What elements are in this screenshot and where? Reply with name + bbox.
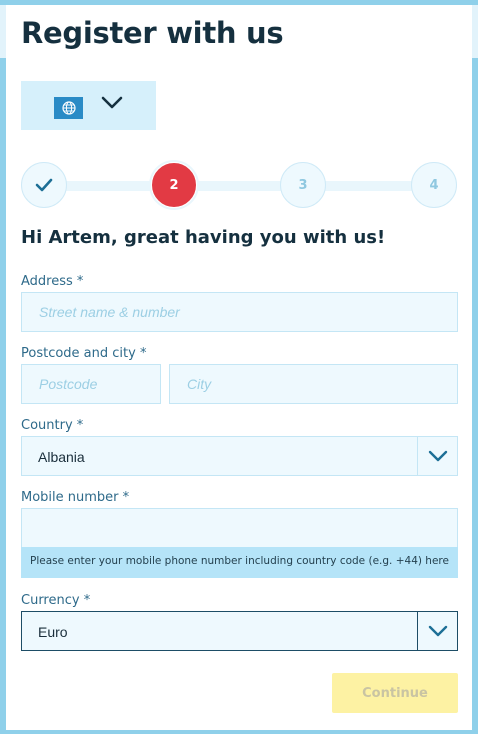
chevron-down-icon bbox=[417, 437, 457, 475]
frame-right-border bbox=[472, 58, 478, 734]
progress-stepper: 2 3 4 bbox=[21, 162, 458, 210]
mobile-label: Mobile number * bbox=[21, 490, 130, 505]
mobile-input[interactable] bbox=[21, 508, 458, 548]
frame-left-border bbox=[0, 58, 6, 734]
currency-select[interactable]: Euro bbox=[21, 611, 458, 651]
step-2-active: 2 bbox=[151, 162, 197, 208]
globe-icon bbox=[54, 97, 83, 119]
frame-bottom-border bbox=[0, 730, 478, 734]
postcode-city-label: Postcode and city * bbox=[21, 346, 147, 361]
address-placeholder: Street name & number bbox=[39, 304, 180, 320]
step-4: 4 bbox=[411, 162, 457, 208]
postcode-placeholder: Postcode bbox=[39, 376, 98, 392]
city-input[interactable]: City bbox=[169, 364, 458, 404]
step-1-completed bbox=[21, 162, 67, 208]
chevron-down-icon bbox=[101, 95, 123, 115]
country-label: Country * bbox=[21, 418, 84, 433]
city-placeholder: City bbox=[187, 376, 212, 392]
language-selector[interactable] bbox=[21, 81, 156, 130]
frame-shade-left bbox=[0, 5, 6, 58]
currency-value: Euro bbox=[38, 624, 68, 640]
postcode-input[interactable]: Postcode bbox=[21, 364, 161, 404]
step-3: 3 bbox=[280, 162, 326, 208]
continue-button[interactable]: Continue bbox=[332, 673, 458, 713]
address-label: Address * bbox=[21, 274, 84, 289]
greeting-heading: Hi Artem, great having you with us! bbox=[21, 227, 386, 248]
checkmark-icon bbox=[35, 178, 53, 192]
frame-top-border bbox=[0, 0, 478, 5]
country-select[interactable]: Albania bbox=[21, 436, 458, 476]
frame-shade-right bbox=[472, 5, 478, 58]
stepper-track bbox=[45, 181, 435, 191]
chevron-down-icon bbox=[417, 612, 457, 650]
mobile-hint: Please enter your mobile phone number in… bbox=[21, 547, 458, 578]
page-title: Register with us bbox=[21, 16, 284, 50]
currency-label: Currency * bbox=[21, 593, 91, 608]
country-value: Albania bbox=[38, 449, 85, 465]
address-input[interactable]: Street name & number bbox=[21, 292, 458, 332]
